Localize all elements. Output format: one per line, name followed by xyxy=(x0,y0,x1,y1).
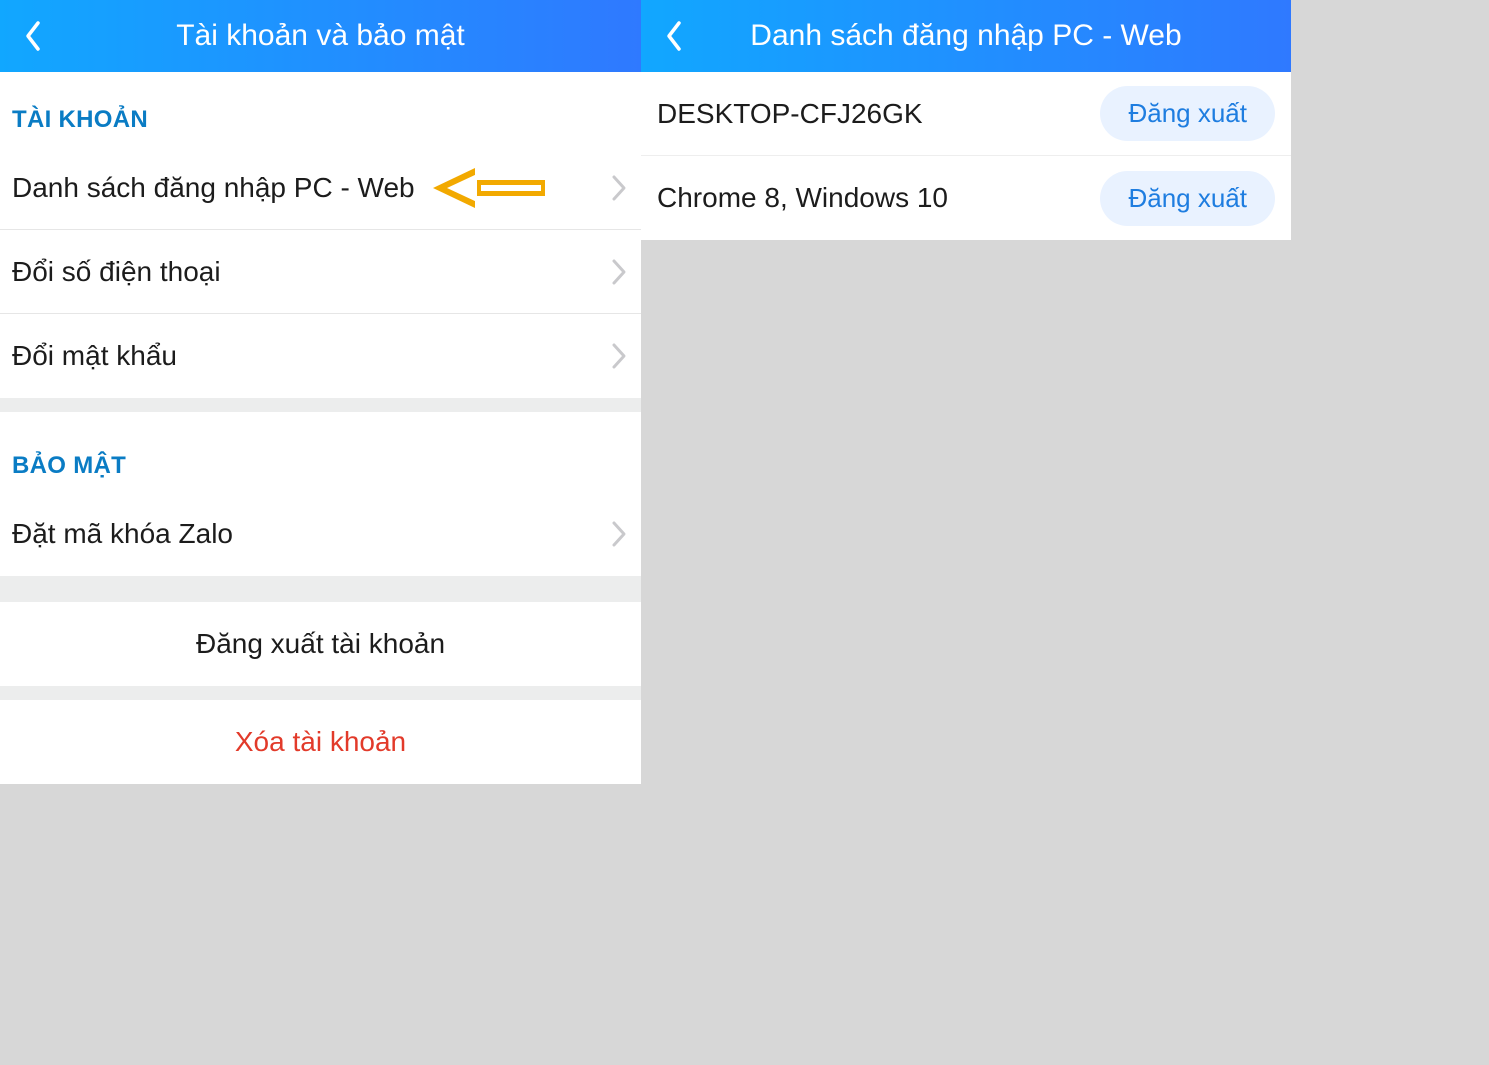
row-set-lock-code[interactable]: Đặt mã khóa Zalo xyxy=(0,492,641,576)
account-security-screen: Tài khoản và bảo mật TÀI KHOẢN Danh sách… xyxy=(0,0,641,1065)
delete-account-button[interactable]: Xóa tài khoản xyxy=(0,700,641,784)
account-list: Danh sách đăng nhập PC - Web xyxy=(0,146,641,398)
device-name: Chrome 8, Windows 10 xyxy=(657,182,948,214)
section-gap xyxy=(0,398,641,412)
header-bar: Danh sách đăng nhập PC - Web xyxy=(641,0,1291,72)
logout-account-label: Đăng xuất tài khoản xyxy=(196,628,445,660)
header-title: Danh sách đăng nhập PC - Web xyxy=(641,19,1291,53)
back-button[interactable] xyxy=(653,15,695,57)
header-title: Tài khoản và bảo mật xyxy=(0,19,641,53)
chevron-left-icon xyxy=(665,20,683,52)
logout-account-button[interactable]: Đăng xuất tài khoản xyxy=(0,602,641,686)
row-label: Đổi mật khẩu xyxy=(12,340,177,372)
header-bar: Tài khoản và bảo mật xyxy=(0,0,641,72)
section-header-account: TÀI KHOẢN xyxy=(0,72,641,146)
delete-account-label: Xóa tài khoản xyxy=(235,726,406,758)
row-login-list[interactable]: Danh sách đăng nhập PC - Web xyxy=(0,146,641,230)
empty-area xyxy=(0,784,641,1065)
row-change-password[interactable]: Đổi mật khẩu xyxy=(0,314,641,398)
row-change-phone[interactable]: Đổi số điện thoại xyxy=(0,230,641,314)
login-devices-screen: Danh sách đăng nhập PC - Web DESKTOP-CFJ… xyxy=(641,0,1291,1065)
back-button[interactable] xyxy=(12,15,54,57)
empty-area xyxy=(641,240,1291,1065)
device-name: DESKTOP-CFJ26GK xyxy=(657,98,923,130)
chevron-right-icon xyxy=(611,520,627,548)
device-logout-button[interactable]: Đăng xuất xyxy=(1100,86,1275,141)
device-logout-button[interactable]: Đăng xuất xyxy=(1100,171,1275,226)
section-header-security: BẢO MẬT xyxy=(0,412,641,492)
row-label: Đổi số điện thoại xyxy=(12,256,221,288)
chevron-left-icon xyxy=(24,20,42,52)
security-list: Đặt mã khóa Zalo xyxy=(0,492,641,576)
row-label: Đặt mã khóa Zalo xyxy=(12,518,233,550)
chevron-right-icon xyxy=(611,258,627,286)
annotation-arrow-icon xyxy=(433,166,545,210)
chevron-right-icon xyxy=(611,342,627,370)
chevron-right-icon xyxy=(611,174,627,202)
canvas-gap xyxy=(1291,0,1489,1065)
row-label: Danh sách đăng nhập PC - Web xyxy=(12,172,415,204)
devices-list: DESKTOP-CFJ26GK Đăng xuất Chrome 8, Wind… xyxy=(641,72,1291,240)
device-row: Chrome 8, Windows 10 Đăng xuất xyxy=(641,156,1291,240)
device-row: DESKTOP-CFJ26GK Đăng xuất xyxy=(641,72,1291,156)
section-gap xyxy=(0,576,641,602)
section-gap xyxy=(0,686,641,700)
